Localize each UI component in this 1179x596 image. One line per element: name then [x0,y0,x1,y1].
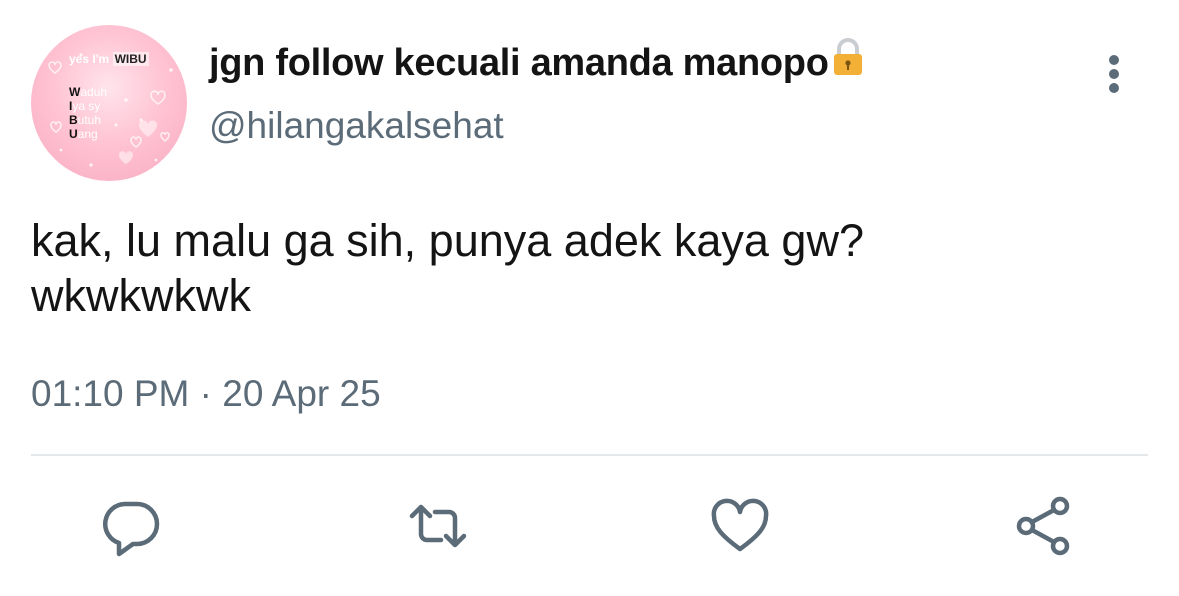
acronym-line: Waduh [69,85,108,99]
like-button[interactable] [708,494,772,558]
tweet-text-line: wkwkwkwk [31,270,251,321]
lock-icon [831,37,865,87]
tweet-text: kak, lu malu ga sih, punya adek kaya gw?… [31,213,1131,323]
avatar-caption-bold: WIBU [112,52,149,66]
reply-icon [103,501,160,557]
tweet-timestamp[interactable]: 01:10 PM · 20 Apr 25 [31,373,381,415]
user-handle[interactable]: @hilangakalsehat [209,105,504,147]
avatar-caption: yes I'm WIBU [69,52,149,66]
timestamp-separator: · [199,373,212,414]
reply-button[interactable] [99,494,163,558]
avatar[interactable]: yes I'm WIBU Waduh Iya sy Butuh Uang [31,25,187,181]
retweet-button[interactable] [406,494,470,558]
acronym-line: Butuh [69,113,102,127]
display-name-text: jgn follow kecuali amanda manopo [209,42,829,84]
tweet-date: 20 Apr 25 [222,373,381,414]
avatar-caption-text: yes I'm [69,52,110,66]
share-icon [1016,496,1070,556]
divider [31,454,1148,456]
retweet-icon [409,504,467,548]
heart-icon [711,498,769,552]
more-vertical-icon-dot [1109,55,1119,65]
share-button[interactable] [1012,494,1076,558]
avatar-acronym: Waduh Iya sy Butuh Uang [69,85,107,141]
avatar-hearts-decoration [48,53,173,167]
more-vertical-icon-dot [1109,83,1119,93]
display-name[interactable]: jgn follow kecuali amanda manopo [209,37,865,87]
more-options-button[interactable] [1097,55,1131,97]
acronym-line: Iya sy [69,99,101,113]
tweet-text-line: kak, lu malu ga sih, punya adek kaya gw? [31,215,864,266]
acronym-line: Uang [69,127,98,141]
more-vertical-icon-dot [1109,69,1119,79]
tweet-card: yes I'm WIBU Waduh Iya sy Butuh Uang jgn… [0,0,1179,596]
tweet-time: 01:10 PM [31,373,190,414]
